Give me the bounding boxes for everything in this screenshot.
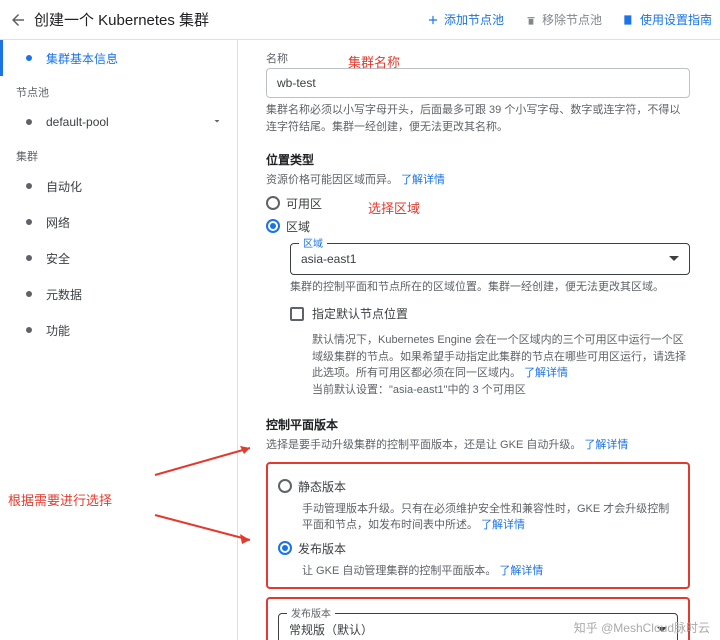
region-select[interactable]: asia-east1 bbox=[290, 243, 690, 275]
add-node-pool-button[interactable]: 添加节点池 bbox=[426, 11, 504, 28]
name-label: 名称 bbox=[266, 50, 690, 66]
annotation-box-versions: 静态版本 手动管理版本升级。只有在必须维护安全性和兼容性时，GKE 才会升级控制… bbox=[266, 462, 690, 590]
learn-more-link[interactable]: 了解详情 bbox=[524, 367, 568, 379]
default-location-checkbox[interactable]: 指定默认节点位置 bbox=[290, 305, 690, 322]
radio-zone[interactable]: 可用区 bbox=[266, 195, 690, 212]
watermark: 知乎 @MeshCloud脉时云 bbox=[574, 619, 710, 636]
dropdown-icon bbox=[669, 256, 679, 261]
sidebar-item-metadata[interactable]: 元数据 bbox=[0, 276, 237, 312]
sidebar-section-pools: 节点池 bbox=[0, 76, 237, 104]
sidebar-item-security[interactable]: 安全 bbox=[0, 240, 237, 276]
sidebar-item-default-pool[interactable]: default-pool bbox=[0, 104, 237, 140]
radio-static-version[interactable]: 静态版本 bbox=[278, 478, 678, 495]
use-guide-button[interactable]: 使用设置指南 bbox=[622, 11, 712, 28]
sidebar-item-basics[interactable]: 集群基本信息 bbox=[0, 40, 237, 76]
learn-more-link[interactable]: 了解详情 bbox=[481, 519, 525, 531]
radio-region[interactable]: 区域 bbox=[266, 218, 690, 235]
content-pane: 名称 集群名称 集群名称必须以小写字母开头，后面最多可跟 39 个小写字母、数字… bbox=[238, 40, 720, 640]
sidebar-item-network[interactable]: 网络 bbox=[0, 204, 237, 240]
sidebar-item-features[interactable]: 功能 bbox=[0, 312, 237, 348]
sidebar: 集群基本信息 节点池 default-pool 集群 自动化 网络 安全 元数据… bbox=[0, 40, 238, 640]
back-arrow-icon[interactable] bbox=[8, 10, 28, 30]
location-type-header: 位置类型 bbox=[266, 151, 690, 168]
cluster-name-input[interactable] bbox=[266, 68, 690, 98]
learn-more-link[interactable]: 了解详情 bbox=[401, 174, 445, 186]
learn-more-link[interactable]: 了解详情 bbox=[584, 439, 628, 451]
remove-node-pool-button[interactable]: 移除节点池 bbox=[524, 11, 602, 28]
page-title: 创建一个 Kubernetes 集群 bbox=[34, 9, 209, 30]
control-plane-header: 控制平面版本 bbox=[266, 416, 690, 433]
learn-more-link[interactable]: 了解详情 bbox=[499, 565, 543, 577]
chevron-down-icon bbox=[211, 115, 223, 130]
name-hint: 集群名称必须以小写字母开头，后面最多可跟 39 个小写字母、数字或连字符，不得以… bbox=[266, 102, 690, 135]
sidebar-section-cluster: 集群 bbox=[0, 140, 237, 168]
region-hint: 集群的控制平面和节点所在的区域位置。集群一经创建，便无法更改其区域。 bbox=[290, 279, 690, 296]
sidebar-item-automation[interactable]: 自动化 bbox=[0, 168, 237, 204]
radio-release-version[interactable]: 发布版本 bbox=[278, 540, 678, 557]
